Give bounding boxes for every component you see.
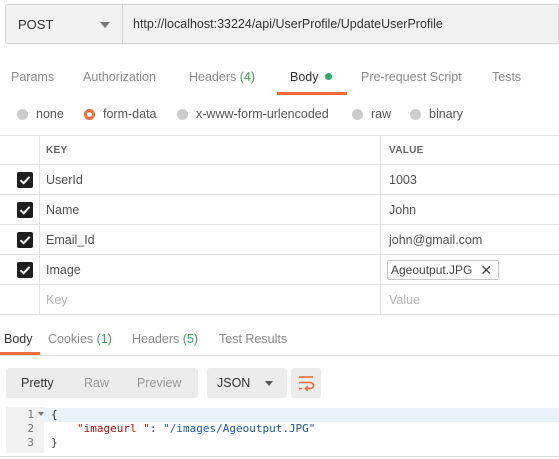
response-tab-body[interactable]: Body [4,332,33,346]
new-value-input[interactable]: Value [382,285,559,314]
body-type-selector: none form-data x-www-form-urlencoded raw… [0,104,559,128]
value-column-header: VALUE [389,144,424,156]
pretty-button[interactable]: Pretty [21,376,54,390]
response-toolbar: Pretty Raw Preview JSON [6,368,559,398]
table-row: Email_Id john@gmail.com [0,225,559,255]
tab-prerequest-script[interactable]: Pre-request Script [361,70,462,84]
active-tab-indicator [277,92,347,95]
url-input[interactable]: http://localhost:33224/api/UserProfile/U… [123,4,559,44]
new-key-input[interactable]: Key [40,285,381,314]
checkbox-checked-icon[interactable] [17,202,33,218]
tab-body[interactable]: Body [290,70,332,84]
key-cell[interactable]: Email_Id [40,225,381,254]
radio-circle-icon [17,108,28,120]
fold-arrow-icon[interactable] [38,412,44,416]
radio-circle-icon [410,108,421,120]
radio-form-data[interactable]: form-data [84,107,157,121]
wrap-lines-icon [299,376,315,392]
response-body-editor[interactable]: 1 2 3 { "imageurl ": "/images/Ageoutput.… [6,407,559,453]
json-colon: : [149,422,164,435]
close-icon[interactable]: ✕ [480,263,492,277]
value-cell[interactable]: John [382,195,559,224]
checkbox-checked-icon[interactable] [17,172,33,188]
wrap-lines-button[interactable] [291,368,321,398]
key-cell[interactable]: Name [40,195,381,224]
request-bar: POST http://localhost:33224/api/UserProf… [5,4,559,44]
checkbox-checked-icon[interactable] [17,262,33,278]
tab-headers[interactable]: Headers (4) [189,70,255,84]
preview-button[interactable]: Preview [137,376,181,390]
radio-circle-icon [177,108,188,120]
raw-button[interactable]: Raw [84,376,109,390]
radio-urlencoded[interactable]: x-www-form-urlencoded [177,107,329,121]
chevron-down-icon [100,22,110,28]
radio-selected-icon [84,108,95,120]
key-cell[interactable]: Image [40,255,381,284]
response-tab-headers[interactable]: Headers (5) [132,332,198,346]
file-chip[interactable]: Ageoutput.JPG ✕ [387,259,500,280]
cookies-count: (1) [96,332,112,346]
format-select[interactable]: JSON [207,368,287,398]
method-select[interactable]: POST [5,4,123,44]
line-number: 2 [27,422,34,435]
table-row-new: Key Value [0,285,559,315]
value-cell[interactable]: john@gmail.com [382,225,559,254]
code-line: { [51,408,58,421]
body-active-dot-icon [324,73,332,80]
chevron-down-icon [265,381,273,386]
radio-none[interactable]: none [17,107,64,121]
radio-circle-icon [352,108,363,120]
code-line: } [51,436,58,449]
radio-raw[interactable]: raw [352,107,391,121]
file-name: Ageoutput.JPG [391,262,473,277]
table-row: UserId 1003 [0,165,559,195]
radio-binary[interactable]: binary [410,107,463,121]
table-header-row: KEY VALUE [0,135,559,165]
format-label: JSON [217,376,251,390]
response-tabs: Body Cookies (1) Headers (5) Test Result… [0,330,559,356]
table-row: Name John [0,195,559,225]
table-row: Image Ageoutput.JPG ✕ [0,255,559,285]
response-tab-cookies[interactable]: Cookies (1) [48,332,112,346]
value-cell: Ageoutput.JPG ✕ [382,255,559,284]
key-cell[interactable]: UserId [40,165,381,194]
json-key: "imageurl " [77,422,150,435]
method-label: POST [18,16,54,32]
active-response-tab-indicator [0,352,40,355]
value-cell[interactable]: 1003 [382,165,559,194]
line-number: 3 [27,436,34,449]
tab-params[interactable]: Params [11,70,54,84]
checkbox-checked-icon[interactable] [17,232,33,248]
json-value: "/images/Ageoutput.JPG" [163,422,316,435]
response-headers-count: (5) [182,332,199,346]
code-line: "imageurl ": "/images/Ageoutput.JPG" [77,422,315,436]
current-line-highlight [6,408,559,422]
response-tab-test-results[interactable]: Test Results [219,332,287,346]
url-text: http://localhost:33224/api/UserProfile/U… [133,17,443,31]
tab-authorization[interactable]: Authorization [83,70,156,84]
request-tabs: Params Authorization Headers (4) Body Pr… [0,62,559,96]
form-data-table: KEY VALUE UserId 1003 Name John Email_Id… [0,135,559,315]
view-mode-toggle: Pretty Raw Preview [6,368,198,398]
headers-count: (4) [239,70,256,84]
key-column-header: KEY [40,136,381,164]
divider [0,456,559,457]
tab-tests[interactable]: Tests [492,70,521,84]
